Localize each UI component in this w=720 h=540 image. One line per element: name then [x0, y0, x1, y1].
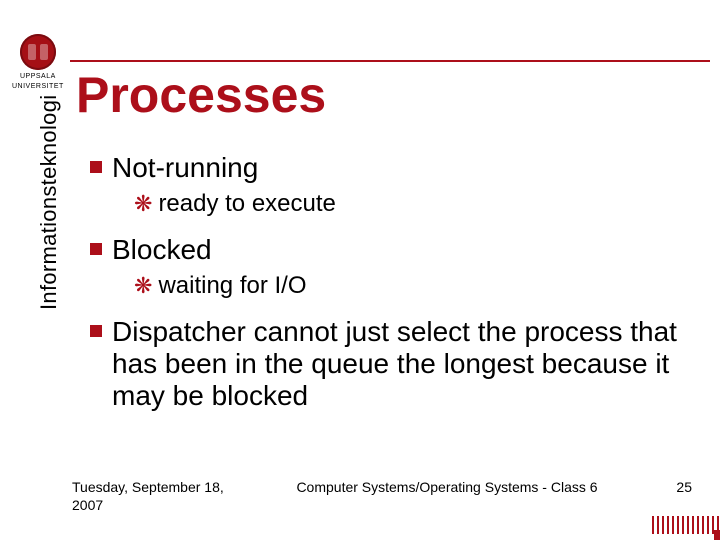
brand-line2: UNIVERSITET — [12, 83, 64, 90]
sub-bullet-text: waiting for I/O — [158, 272, 306, 300]
square-bullet-icon — [90, 325, 102, 337]
decorative-corner — [714, 530, 720, 540]
gear-bullet-icon: ❋ — [134, 275, 152, 297]
bullet-item: Dispatcher cannot just select the proces… — [90, 316, 700, 413]
bullet-text: Blocked — [112, 234, 212, 266]
decorative-stripes — [652, 516, 720, 534]
slide-footer: Tuesday, September 18, 2007 Computer Sys… — [72, 479, 692, 514]
university-logo: UPPSALA UNIVERSITET — [12, 34, 64, 91]
footer-page-number: 25 — [652, 479, 692, 495]
bullet-text: Dispatcher cannot just select the proces… — [112, 316, 700, 413]
sub-bullet-item: ❋ ready to execute — [134, 190, 700, 218]
square-bullet-icon — [90, 243, 102, 255]
footer-title: Computer Systems/Operating Systems - Cla… — [242, 479, 652, 495]
square-bullet-icon — [90, 161, 102, 173]
seal-icon — [20, 34, 56, 70]
bullet-item: Blocked — [90, 234, 700, 266]
footer-date: Tuesday, September 18, 2007 — [72, 479, 242, 514]
sub-bullet-text: ready to execute — [158, 190, 335, 218]
bullet-text: Not-running — [112, 152, 258, 184]
slide-title: Processes — [76, 66, 326, 124]
title-rule — [70, 60, 710, 62]
sub-bullet-item: ❋ waiting for I/O — [134, 272, 700, 300]
content-area: Not-running ❋ ready to execute Blocked ❋… — [90, 152, 700, 418]
brand-line1: UPPSALA — [12, 73, 64, 80]
vertical-department-label: Informationsteknologi — [36, 95, 62, 310]
bullet-item: Not-running — [90, 152, 700, 184]
gear-bullet-icon: ❋ — [134, 193, 152, 215]
